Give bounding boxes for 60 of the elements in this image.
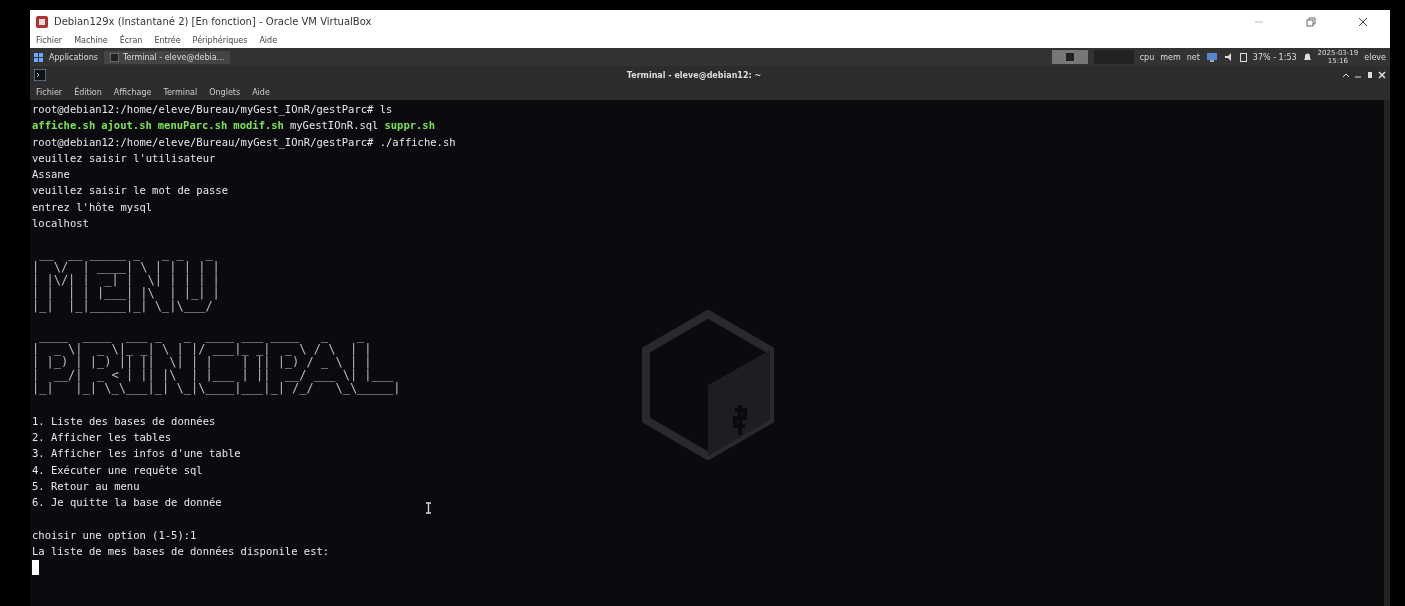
monitor-label: cpu [1139, 52, 1155, 62]
menu-item[interactable]: Aide [252, 87, 270, 97]
bell-icon[interactable] [1302, 52, 1312, 62]
taskbar-item[interactable]: Terminal - eleve@debia... [103, 50, 231, 64]
network-icon[interactable] [1205, 51, 1218, 63]
bash-logo-icon [640, 310, 776, 460]
menu-item[interactable]: Entrée [154, 36, 181, 45]
terminal-line: Assane [32, 167, 70, 183]
terminal-line: 4. Exécuter une requête sql [32, 462, 203, 478]
file-name: ajout.sh [101, 118, 152, 134]
virtualbox-icon [36, 15, 48, 28]
user-label[interactable]: eleve [1364, 52, 1386, 62]
file-name: affiche.sh [32, 118, 96, 134]
file-name: suppr.sh [384, 118, 435, 134]
terminal-line: root@debian12:/home/eleve/Bureau/myGest_IOnR/gestParc# ls [32, 102, 393, 118]
file-name: menuParc.sh [157, 118, 228, 134]
restore-icon[interactable] [1306, 16, 1316, 27]
ascii-art-title: ____ ____ ___ _ _ ____ ___ ____ _ _ | _ \| _ \|_ _| \ | |/ ___|_ _| _ \ / \ | | | |_) | |_) || || \| | | | || |_) / _ \ | | | __/| _ < | || |\ | |___ | || __/ ___ \| |___ |_| |_| \_\___|_| \_|\____|___|_| /_/ \_\_____| [32, 330, 401, 396]
workspace-icon[interactable] [1051, 50, 1088, 64]
ascii-art-title: __ __ _____ _ _ _ _ | \/ | ____| \ | | | | | | |\/| | _| | \| | | | | | | | | |___| |\ | |_| | |_| |_|_____|_| \_|\___/ [32, 247, 220, 313]
terminal-line: veuillez saisir l'utilisateur [32, 150, 216, 166]
menu-item[interactable]: Édition [74, 87, 102, 97]
terminal-line: entrez l'hôte mysql [32, 199, 153, 215]
terminal-title: Terminal - eleve@debian12: ~ [625, 70, 763, 80]
terminal-line: localhost [32, 216, 89, 232]
chevron-up-icon[interactable] [1342, 71, 1350, 79]
window-title: Debian129x (Instantané 2) [En fonction] - Oracle VM VirtualBox [54, 16, 373, 27]
terminal-line: 6. Je quitte la base de donnée [32, 495, 222, 511]
terminal-icon [109, 52, 119, 62]
terminal-line: La liste de mes bases de données disponile est: [32, 544, 330, 560]
terminal-line: 5. Retour au menu [32, 479, 140, 495]
terminal-line: root@debian12:/home/eleve/Bureau/myGest_IOnR/gestParc# ./affiche.sh [32, 134, 456, 150]
menu-item[interactable]: Aide [259, 36, 278, 45]
text-cursor [32, 559, 39, 575]
terminal-line: choisir une option (1-5):1 [32, 527, 197, 543]
file-name: myGestIOnR.sql [289, 118, 379, 134]
close-icon[interactable] [1358, 16, 1368, 27]
terminal-line: 2. Afficher les tables [32, 430, 172, 446]
terminal-icon [34, 69, 46, 81]
maximize-icon[interactable] [1366, 71, 1374, 79]
menu-item[interactable]: Périphériques [192, 36, 248, 45]
menu-item[interactable]: Machine [74, 36, 108, 45]
menu-item[interactable]: Onglets [209, 87, 241, 97]
terminal-line: 1. Liste des bases de données [32, 413, 216, 429]
menu-item[interactable]: Affichage [113, 87, 152, 97]
battery-icon[interactable] [1239, 52, 1247, 62]
file-name: modif.sh [233, 118, 284, 134]
applications-icon[interactable] [34, 52, 43, 62]
applications-menu[interactable]: Applications [49, 52, 98, 62]
speaker-icon[interactable] [1223, 52, 1234, 62]
terminal-line: 3. Afficher les infos d'une table [32, 446, 241, 462]
menu-item[interactable]: Fichier [36, 87, 63, 97]
monitor-label: mem [1160, 52, 1181, 62]
monitor-label: net [1186, 52, 1200, 62]
terminal-line: veuillez saisir le mot de passe [32, 183, 228, 199]
menu-item[interactable]: Terminal [163, 87, 198, 97]
battery-label: 37% - 1:53 [1252, 52, 1297, 62]
mouse-cursor-icon [425, 502, 432, 514]
menu-item[interactable]: Écran [119, 36, 143, 45]
menu-item[interactable]: Fichier [36, 36, 63, 45]
